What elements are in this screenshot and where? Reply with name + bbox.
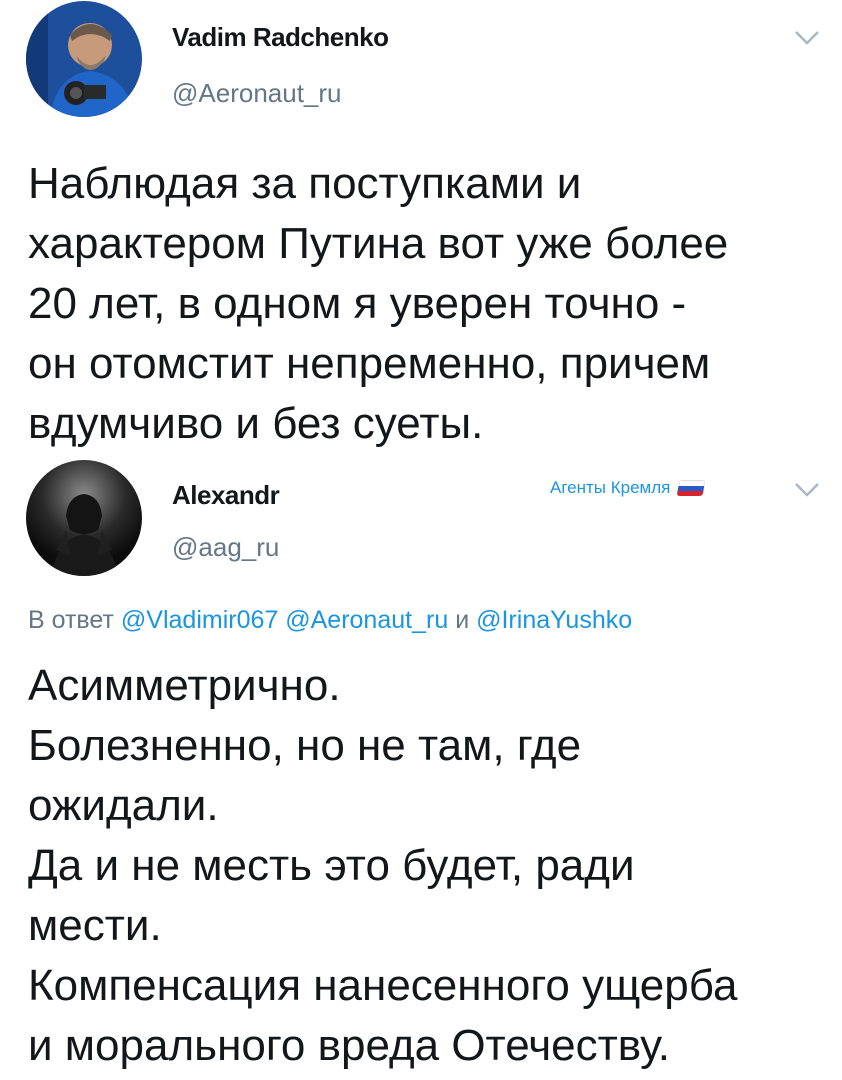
- avatar-alexandr[interactable]: [26, 460, 142, 576]
- tweet-text: Асимметрично. Болезненно, но не там, где…: [28, 656, 737, 1076]
- author-handle[interactable]: @aag_ru: [172, 532, 279, 563]
- chevron-down-icon[interactable]: [792, 478, 822, 500]
- tweet-text-line: вдумчиво и без суеты.: [28, 399, 484, 448]
- tweet-original: Vadim Radchenko @Aeronaut_ru Наблюдая за…: [0, 0, 842, 460]
- author-handle[interactable]: @Aeronaut_ru: [172, 78, 342, 109]
- chevron-down-icon[interactable]: [792, 26, 822, 48]
- tweet-text-line: 20 лет, в одном я уверен точно -: [28, 279, 687, 328]
- avatar-vadim[interactable]: [26, 1, 142, 117]
- tweet-text-line: Да и не месть это будет, ради: [28, 841, 635, 890]
- reply-prefix: В ответ: [28, 606, 114, 634]
- tweet-text-line: Болезненно, но не там, где: [28, 721, 582, 770]
- avatar-photo: [26, 1, 142, 117]
- reply-mention[interactable]: @IrinaYushko: [476, 606, 632, 634]
- tweet-text-line: характером Путина вот уже более: [28, 219, 729, 268]
- tweet-text-line: и морального вреда Отечеству.: [28, 1021, 670, 1070]
- reply-mention[interactable]: @Vladimir067: [121, 606, 278, 634]
- reply-mention[interactable]: @Aeronaut_ru: [285, 606, 448, 634]
- tweet-text-line: ожидали.: [28, 781, 219, 830]
- reply-context: В ответ @Vladimir067 @Aeronaut_ru и @Iri…: [28, 606, 632, 635]
- reply-conjunction: и: [455, 606, 470, 634]
- badge-label: Агенты Кремля: [550, 478, 671, 497]
- author-name[interactable]: Alexandr: [172, 480, 280, 511]
- tweet-text: Наблюдая за поступками и характером Пути…: [28, 154, 728, 454]
- list-badge[interactable]: Агенты Кремля: [550, 478, 706, 498]
- tweet-text-line: мести.: [28, 901, 162, 950]
- tweet-text-line: он отомстит непременно, причем: [28, 339, 711, 388]
- avatar-photo: [26, 460, 142, 576]
- tweet-text-line: Асимметрично.: [28, 661, 341, 710]
- tweet-reply: Alexandr @aag_ru Агенты Кремля В ответ @…: [0, 460, 842, 1080]
- author-name[interactable]: Vadim Radchenko: [172, 22, 389, 53]
- russian-flag-icon: [676, 480, 706, 496]
- tweet-text-line: Компенсация нанесенного ущерба: [28, 961, 738, 1010]
- tweet-text-line: Наблюдая за поступками и: [28, 159, 582, 208]
